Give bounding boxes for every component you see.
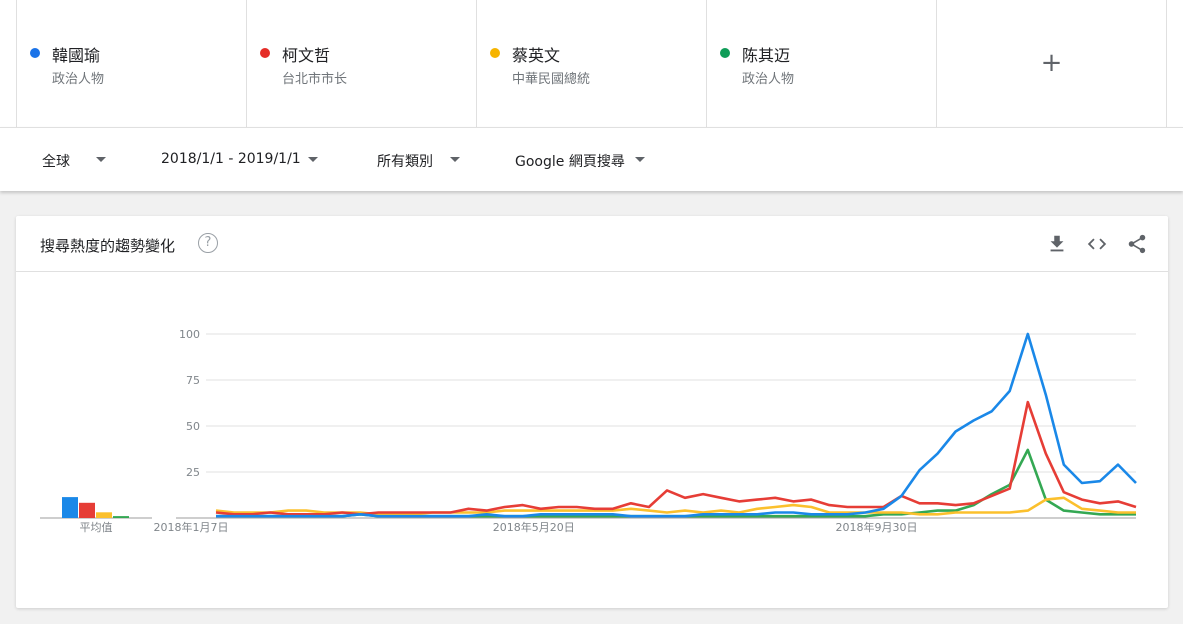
- term-subtitle: 政治人物: [742, 72, 795, 87]
- average-bar: [62, 497, 78, 518]
- region-label: 全球: [42, 154, 70, 170]
- term-color-dot: [490, 48, 500, 58]
- term-card-3[interactable]: 陈其迈 政治人物: [706, 0, 936, 127]
- chevron-down-icon: [308, 157, 318, 162]
- term-color-dot: [260, 48, 270, 58]
- x-tick-label: 2018年9月30日: [835, 520, 917, 534]
- average-bar: [96, 512, 112, 518]
- term-name: 韓國瑜: [52, 46, 101, 65]
- series-lines: [215, 332, 1137, 518]
- card-header: 搜尋熱度的趨勢變化 ?: [16, 216, 1168, 272]
- y-tick-label: 50: [186, 420, 200, 433]
- average-bar: [113, 516, 129, 518]
- term-bar: 韓國瑜 政治人物 柯文哲 台北市市长 蔡英文 中華民國總統 陈其迈 政治人物 +: [0, 0, 1183, 127]
- term-color-dot: [30, 48, 40, 58]
- gridlines: 25 50 75 100: [176, 328, 1136, 519]
- series-line: [215, 496, 1136, 516]
- search-type-label: Google 網頁搜尋: [515, 154, 625, 170]
- category-label: 所有類別: [377, 154, 433, 170]
- series-line: [216, 332, 1137, 518]
- term-subtitle: 政治人物: [52, 72, 105, 87]
- card-title: 搜尋熱度的趨勢變化: [40, 237, 176, 255]
- term-name: 蔡英文: [512, 46, 561, 65]
- series-line: [216, 448, 1136, 518]
- x-tick-label: 2018年5月20日: [493, 520, 575, 534]
- embed-icon[interactable]: [1086, 233, 1108, 255]
- term-name: 柯文哲: [282, 46, 331, 65]
- average-bar: [79, 502, 95, 518]
- add-term-button[interactable]: +: [936, 0, 1167, 127]
- download-icon[interactable]: [1046, 233, 1068, 255]
- term-name: 陈其迈: [742, 46, 791, 65]
- y-tick-label: 75: [186, 374, 200, 387]
- series-line: [215, 400, 1137, 516]
- term-subtitle: 中華民國總統: [512, 72, 591, 87]
- term-card-2[interactable]: 蔡英文 中華民國總統: [476, 0, 706, 127]
- average-label: 平均值: [80, 521, 113, 534]
- term-card-1[interactable]: 柯文哲 台北市市长: [246, 0, 476, 127]
- term-subtitle: 台北市市长: [282, 72, 348, 87]
- y-tick-label: 25: [186, 466, 200, 479]
- chevron-down-icon: [450, 157, 460, 162]
- help-icon[interactable]: ?: [198, 233, 218, 253]
- term-color-dot: [720, 48, 730, 58]
- chevron-down-icon: [96, 157, 106, 162]
- chevron-down-icon: [635, 157, 645, 162]
- plus-icon: +: [1040, 48, 1063, 78]
- y-tick-label: 100: [179, 328, 200, 341]
- interest-over-time-card: 搜尋熱度的趨勢變化 ? 平均值 25 50 75 100 2018年1月7日 2018年…: [16, 216, 1168, 608]
- x-axis-ticks: 2018年1月7日 2018年5月20日 2018年9月30日: [154, 520, 918, 534]
- date-range-label: 2018/1/1 - 2019/1/1: [161, 151, 301, 167]
- share-icon[interactable]: [1126, 233, 1148, 255]
- trend-chart: 平均值 25 50 75 100 2018年1月7日 2018年5月20日 2018年9月…: [40, 328, 1137, 534]
- term-card-0[interactable]: 韓國瑜 政治人物: [16, 0, 246, 127]
- average-bars: 平均值: [40, 497, 152, 534]
- x-tick-label: 2018年1月7日: [154, 520, 229, 534]
- filter-bar: 全球 2018/1/1 - 2019/1/1 所有類別 Google 網頁搜尋: [0, 127, 1183, 191]
